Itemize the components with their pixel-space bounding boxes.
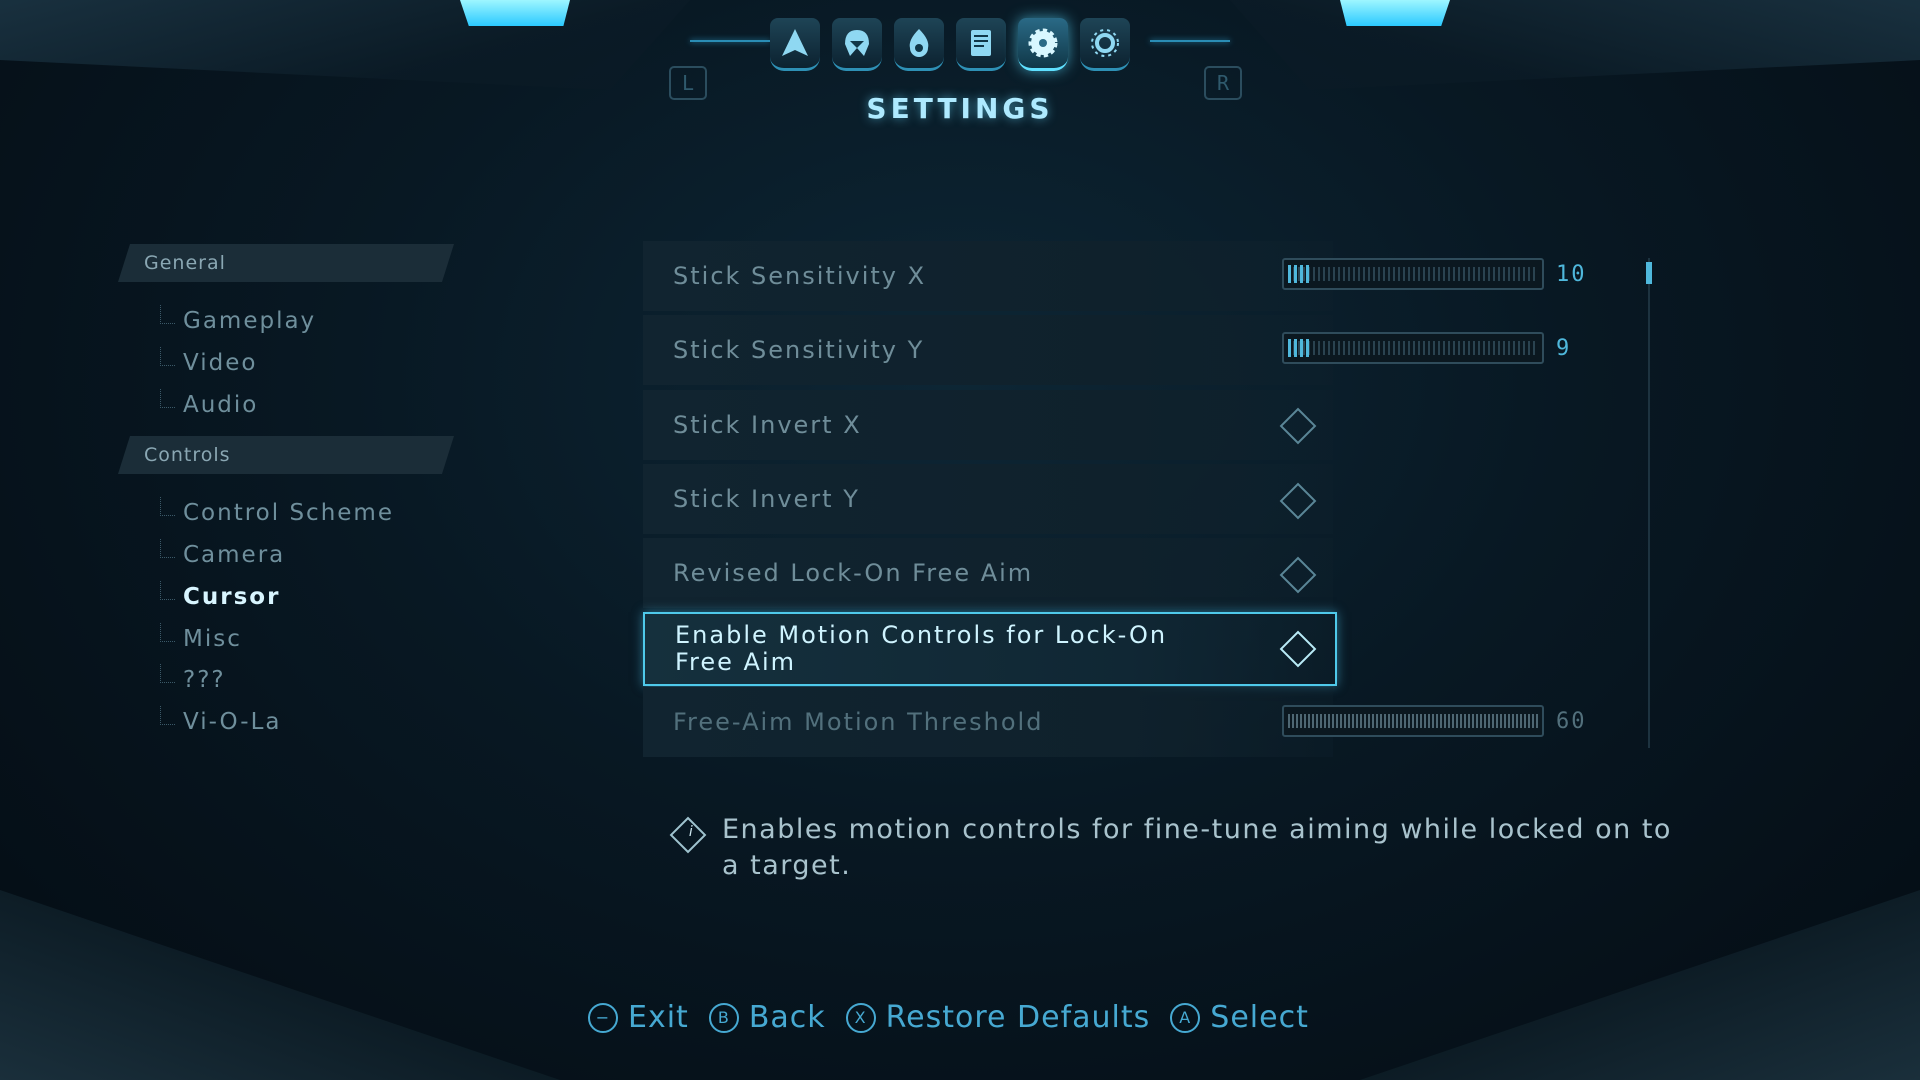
options-icon: [1091, 29, 1119, 57]
sidebar-item-unknown[interactable]: ???: [160, 664, 226, 696]
select-hint[interactable]: A Select: [1170, 1000, 1309, 1035]
logbook-icon: [971, 30, 991, 56]
info-icon: i: [669, 816, 707, 854]
sidebar-item-label: Misc: [183, 626, 242, 652]
sidebar-item-vi-o-la[interactable]: Vi-O-La: [160, 706, 282, 738]
scrollbar-track[interactable]: [1648, 258, 1650, 748]
stick-sensitivity-y-value: 9: [1556, 336, 1572, 361]
frame-bottom-right: [1360, 890, 1920, 1080]
ceiling-light-left: [460, 0, 570, 26]
scrollbar-thumb[interactable]: [1646, 262, 1652, 284]
setting-row-stick-invert-x[interactable]: Stick Invert X: [643, 390, 1333, 460]
stick-sensitivity-x-slider[interactable]: [1282, 258, 1544, 290]
tab-ability[interactable]: [894, 18, 944, 71]
button-hints: − Exit B Back X Restore Defaults A Selec…: [588, 1000, 1309, 1035]
slider-track: [1288, 714, 1538, 728]
setting-row-enable-motion-controls[interactable]: Enable Motion Controls for Lock-On Free …: [643, 612, 1337, 686]
ship-icon: [782, 29, 808, 56]
sidebar-item-control-scheme[interactable]: Control Scheme: [160, 497, 394, 529]
sidebar-group-general[interactable]: General: [118, 244, 454, 282]
sidebar-item-label: Gameplay: [183, 308, 317, 334]
setting-label: Enable Motion Controls for Lock-On Free …: [675, 621, 1168, 676]
helmet-icon: [845, 30, 869, 56]
setting-label: Stick Invert Y: [673, 485, 860, 513]
free-aim-motion-threshold-slider[interactable]: [1282, 705, 1544, 737]
page-title: SETTINGS: [866, 92, 1054, 125]
hint-label: Exit: [628, 1000, 689, 1035]
tree-connector: [160, 497, 175, 516]
tree-connector: [160, 305, 175, 324]
stick-sensitivity-x-value: 10: [1556, 262, 1587, 287]
setting-label: Stick Invert X: [673, 411, 862, 439]
tab-suit[interactable]: [832, 18, 882, 71]
setting-row-stick-invert-y[interactable]: Stick Invert Y: [643, 464, 1333, 534]
setting-description: Enables motion controls for fine-tune ai…: [722, 814, 1672, 881]
frame-bottom-left: [0, 890, 560, 1080]
setting-label: Revised Lock-On Free Aim: [673, 559, 1034, 587]
top-tab-bar: [770, 18, 1130, 71]
b-button-icon: B: [708, 1002, 739, 1033]
setting-row-free-aim-motion-threshold[interactable]: Free-Aim Motion Threshold: [643, 687, 1333, 757]
setting-row-revised-lock-on-free-aim[interactable]: Revised Lock-On Free Aim: [643, 538, 1333, 608]
tab-bar-line-right: [1150, 40, 1230, 42]
tree-connector: [160, 664, 175, 683]
setting-row-stick-sensitivity-x[interactable]: Stick Sensitivity X: [643, 241, 1333, 311]
a-button-icon: A: [1170, 1002, 1201, 1033]
setting-label: Stick Sensitivity X: [673, 262, 927, 290]
sidebar-item-label: Video: [183, 350, 258, 376]
tab-settings[interactable]: [1018, 18, 1068, 71]
hint-label: Back: [748, 1000, 826, 1035]
sidebar-item-camera[interactable]: Camera: [160, 539, 285, 571]
sidebar-item-video[interactable]: Video: [160, 347, 257, 379]
sidebar-item-label: Control Scheme: [183, 500, 394, 526]
tab-ship[interactable]: [770, 18, 820, 71]
sidebar-item-label: ???: [183, 667, 226, 693]
sidebar-item-audio[interactable]: Audio: [160, 389, 258, 421]
tree-connector: [160, 389, 175, 408]
minus-button-icon: −: [588, 1002, 618, 1033]
x-button-icon: X: [845, 1002, 876, 1033]
tab-options[interactable]: [1080, 18, 1130, 71]
tree-connector: [160, 581, 175, 600]
sidebar-item-misc[interactable]: Misc: [160, 623, 242, 655]
sidebar-item-label: Vi-O-La: [183, 709, 282, 735]
tree-connector: [160, 623, 175, 642]
setting-label: Stick Sensitivity Y: [673, 336, 925, 364]
hint-label: Select: [1210, 1000, 1309, 1035]
sidebar-item-label: Audio: [183, 392, 259, 418]
tree-connector: [160, 347, 175, 366]
slider-track: [1288, 341, 1538, 355]
sidebar-item-label: Camera: [183, 542, 286, 568]
hint-label: Restore Defaults: [885, 1000, 1151, 1035]
setting-label: Free-Aim Motion Threshold: [673, 708, 1044, 736]
setting-row-stick-sensitivity-y[interactable]: Stick Sensitivity Y: [643, 315, 1333, 385]
tree-connector: [160, 706, 175, 725]
slider-track: [1288, 267, 1538, 281]
sidebar-item-cursor[interactable]: Cursor: [160, 581, 280, 613]
tab-logbook[interactable]: [956, 18, 1006, 71]
free-aim-motion-threshold-value: 60: [1556, 709, 1587, 734]
exit-hint[interactable]: − Exit: [588, 1000, 689, 1035]
flame-icon: [909, 29, 929, 57]
sidebar-group-controls[interactable]: Controls: [118, 436, 454, 474]
slider-fill: [1288, 265, 1310, 283]
slider-fill: [1288, 339, 1310, 357]
tree-connector: [160, 539, 175, 558]
sidebar-item-gameplay[interactable]: Gameplay: [160, 305, 316, 337]
back-hint[interactable]: B Back: [708, 1000, 826, 1035]
ceiling-light-right: [1340, 0, 1450, 26]
stick-sensitivity-y-slider[interactable]: [1282, 332, 1544, 364]
sidebar-item-label: Cursor: [183, 584, 281, 610]
tab-bar-line-left: [690, 40, 770, 42]
gear-icon: [1028, 28, 1058, 58]
restore-defaults-hint[interactable]: X Restore Defaults: [845, 1000, 1151, 1035]
